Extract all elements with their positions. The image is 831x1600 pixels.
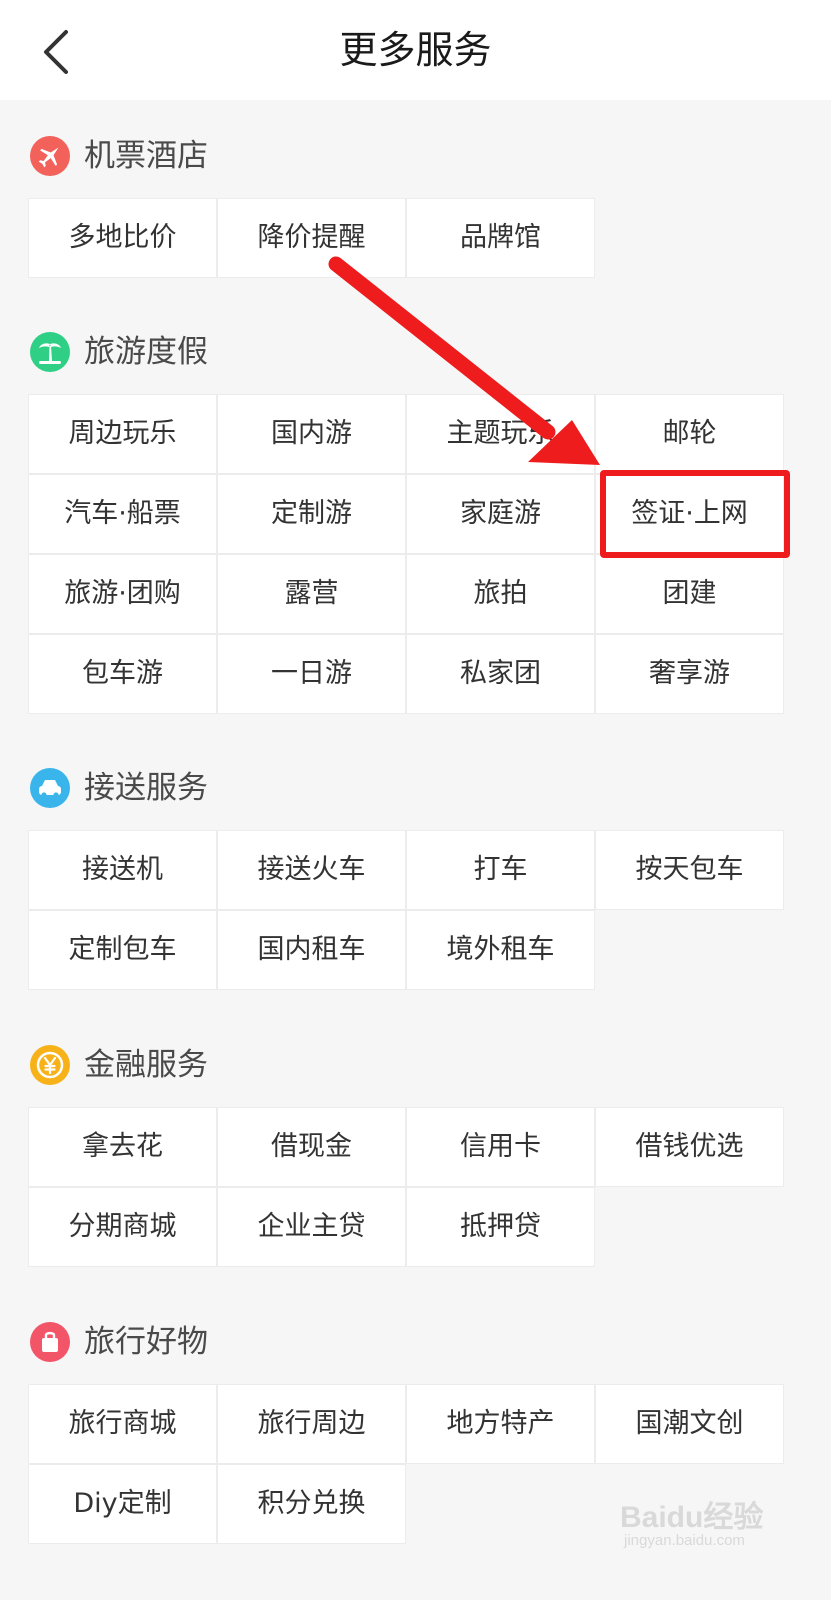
service-item[interactable]: Diy定制 (28, 1464, 217, 1544)
section-title: 机票酒店 (84, 138, 208, 174)
section-travel-vacation: 旅游度假 周边玩乐 国内游 主题玩乐 邮轮 汽车·船票 定制游 家庭游 签证·上… (0, 320, 831, 714)
service-item[interactable]: 包车游 (28, 634, 217, 714)
service-item[interactable]: 定制游 (217, 474, 406, 554)
service-item[interactable]: 奢享游 (595, 634, 784, 714)
service-item[interactable]: 露营 (217, 554, 406, 634)
service-item[interactable]: 按天包车 (595, 830, 784, 910)
baidu-watermark: Baidu经验 jingyan.baidu.com (620, 1492, 820, 1562)
service-item[interactable]: 接送火车 (217, 830, 406, 910)
service-item[interactable]: 国内游 (217, 394, 406, 474)
service-item[interactable]: 降价提醒 (217, 198, 406, 278)
service-item[interactable]: 分期商城 (28, 1187, 217, 1267)
section-title: 金融服务 (84, 1047, 208, 1083)
section-title: 旅行好物 (84, 1324, 208, 1360)
section-title: 旅游度假 (84, 334, 208, 370)
service-item[interactable]: 积分兑换 (217, 1464, 406, 1544)
service-item[interactable]: 周边玩乐 (28, 394, 217, 474)
service-item[interactable]: 一日游 (217, 634, 406, 714)
service-item[interactable]: 信用卡 (406, 1107, 595, 1187)
service-item[interactable]: 品牌馆 (406, 198, 595, 278)
service-item[interactable]: 借钱优选 (595, 1107, 784, 1187)
service-item[interactable]: 抵押贷 (406, 1187, 595, 1267)
watermark-main: Baidu经验 (620, 1501, 764, 1534)
service-item[interactable]: 企业主贷 (217, 1187, 406, 1267)
service-item[interactable]: 国潮文创 (595, 1384, 784, 1464)
service-item[interactable]: 旅拍 (406, 554, 595, 634)
service-item[interactable]: 多地比价 (28, 198, 217, 278)
header-bar: 更多服务 (0, 0, 831, 100)
service-item[interactable]: 拿去花 (28, 1107, 217, 1187)
airplane-icon (30, 136, 70, 176)
section-finance-service: 金融服务 拿去花 借现金 信用卡 借钱优选 分期商城 企业主贷 抵押贷 (0, 1033, 831, 1267)
service-item[interactable]: 境外租车 (406, 910, 595, 990)
service-item[interactable]: 邮轮 (595, 394, 784, 474)
section-transfer-service: 接送服务 接送机 接送火车 打车 按天包车 定制包车 国内租车 境外租车 (0, 756, 831, 990)
service-item[interactable]: 旅行周边 (217, 1384, 406, 1464)
watermark-sub: jingyan.baidu.com (624, 1532, 745, 1549)
service-item[interactable]: 汽车·船票 (28, 474, 217, 554)
section-travel-goods: 旅行好物 旅行商城 旅行周边 地方特产 国潮文创 Diy定制 积分兑换 (0, 1310, 831, 1544)
section-title: 接送服务 (84, 770, 208, 806)
service-item[interactable]: 借现金 (217, 1107, 406, 1187)
highlight-box (600, 470, 790, 558)
service-item[interactable]: 旅行商城 (28, 1384, 217, 1464)
service-item[interactable]: 团建 (595, 554, 784, 634)
palm-tree-icon (30, 332, 70, 372)
service-item[interactable]: 旅游·团购 (28, 554, 217, 634)
service-item[interactable]: 私家团 (406, 634, 595, 714)
shopping-bag-icon (30, 1322, 70, 1362)
service-item[interactable]: 地方特产 (406, 1384, 595, 1464)
service-item[interactable]: 定制包车 (28, 910, 217, 990)
section-flights-hotels: 机票酒店 多地比价 降价提醒 品牌馆 (0, 124, 831, 278)
service-item[interactable]: 接送机 (28, 830, 217, 910)
car-icon (30, 768, 70, 808)
service-item[interactable]: 主题玩乐 (406, 394, 595, 474)
page-title: 更多服务 (339, 28, 492, 72)
service-item[interactable]: 国内租车 (217, 910, 406, 990)
service-item[interactable]: 打车 (406, 830, 595, 910)
yen-coin-icon (30, 1045, 70, 1085)
service-item[interactable]: 家庭游 (406, 474, 595, 554)
